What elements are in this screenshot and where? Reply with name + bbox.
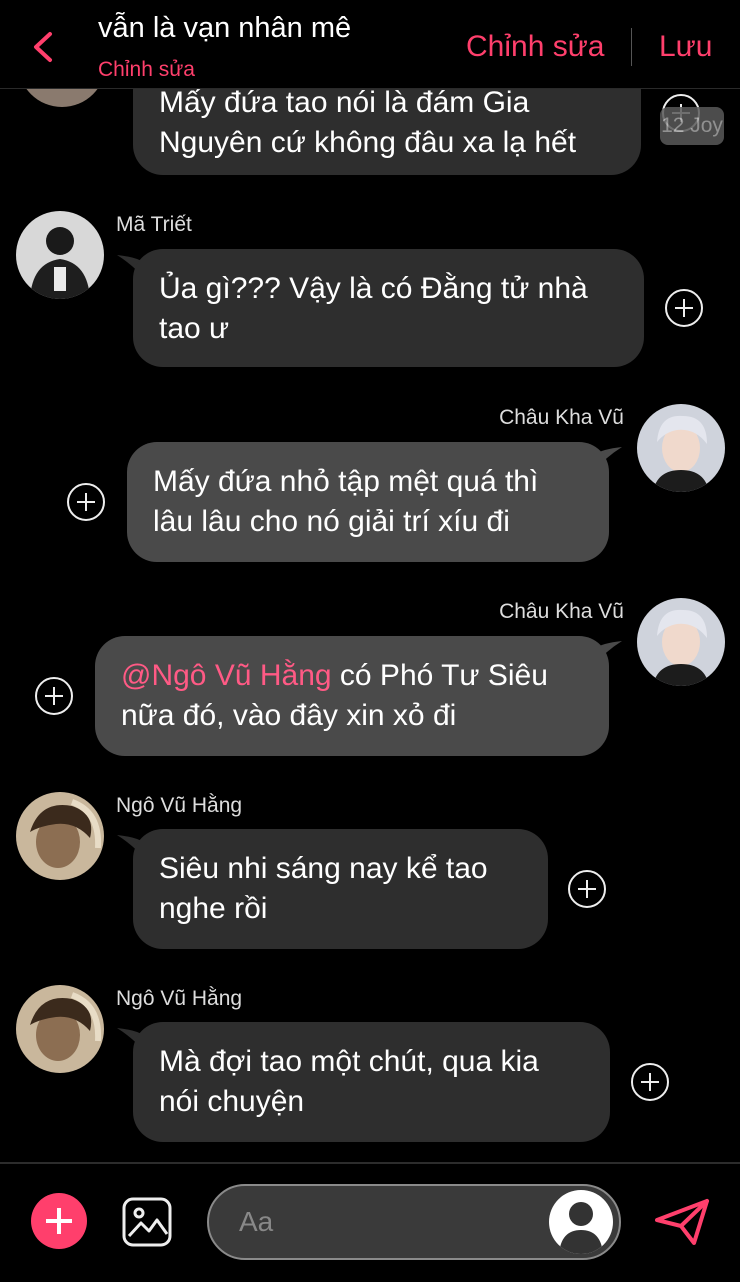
chat-header: vẫn là vạn nhân mê Chỉnh sửa Chỉnh sửa L… — [0, 0, 740, 89]
message-text-line: nghe rồi — [159, 892, 268, 925]
message-text-line: Ủa gì??? Vậy là có Đằng tử nhà — [159, 272, 588, 305]
time-badge: 12 Joy — [660, 107, 724, 145]
chat-subtitle: Chỉnh sửa — [98, 58, 195, 81]
message-text-line: lâu lâu cho nó giải trí xíu đi — [153, 505, 510, 538]
add-reaction-icon[interactable] — [665, 289, 703, 327]
sender-name: Ngô Vũ Hằng — [116, 794, 243, 817]
message-input[interactable]: Aa — [207, 1184, 621, 1260]
message-text-line: nữa đó, vào đây xin xỏ đi — [121, 699, 457, 732]
sender-name: Ngô Vũ Hằng — [116, 987, 243, 1010]
add-reaction-icon[interactable] — [631, 1063, 669, 1101]
avatar[interactable] — [16, 792, 104, 880]
edit-button[interactable]: Chỉnh sửa — [466, 30, 605, 64]
silver-hair-avatar-icon — [637, 598, 725, 686]
image-icon[interactable] — [121, 1196, 173, 1248]
chat-title: vẫn là vạn nhân mê — [98, 12, 352, 44]
sender-name: Mã Triết — [116, 213, 192, 236]
message-text-line: Mà đợi tao một chút, qua kia — [159, 1045, 539, 1078]
sender-name: Châu Kha Vũ — [499, 406, 624, 429]
sticker-avatar-icon[interactable] — [549, 1190, 613, 1254]
send-icon[interactable] — [654, 1198, 710, 1246]
message-bubble[interactable]: Ủa gì??? Vậy là có Đằng tử nhà tao ư — [133, 249, 644, 367]
message-text-line: tao ư — [159, 312, 230, 345]
input-placeholder: Aa — [239, 1206, 274, 1237]
back-chevron-icon[interactable] — [26, 28, 60, 66]
message-bubble[interactable]: Siêu nhi sáng nay kể tao nghe rồi — [133, 829, 548, 949]
message-text-line: nói chuyện — [159, 1085, 305, 1118]
sepia-portrait-avatar-icon — [16, 792, 104, 880]
sepia-portrait-avatar-icon — [16, 985, 104, 1073]
add-reaction-icon[interactable] — [67, 483, 105, 521]
add-reaction-icon[interactable] — [35, 677, 73, 715]
plus-icon[interactable] — [31, 1193, 87, 1249]
message-bubble[interactable]: Mấy đứa nhỏ tập mệt quá thì lâu lâu cho … — [127, 442, 609, 562]
message-text-line: @Ngô Vũ Hằng có Phó Tư Siêu — [121, 656, 583, 696]
person-silhouette-icon — [559, 1202, 603, 1254]
message-list[interactable]: Mấy đứa tao nói là đám Gia Nguyên cứ khô… — [0, 89, 740, 1162]
avatar[interactable] — [637, 404, 725, 492]
save-button[interactable]: Lưu — [659, 30, 712, 64]
add-reaction-icon[interactable] — [568, 870, 606, 908]
partial-avatar[interactable] — [18, 89, 106, 107]
message-text-line: Siêu nhi sáng nay kể tao — [159, 852, 488, 885]
message-bubble[interactable]: @Ngô Vũ Hằng có Phó Tư Siêu nữa đó, vào … — [95, 636, 609, 756]
person-dark-outfit-avatar-icon — [16, 211, 104, 299]
message-bubble[interactable]: Mà đợi tao một chút, qua kia nói chuyện — [133, 1022, 610, 1142]
mention-link[interactable]: @Ngô Vũ Hằng — [121, 659, 332, 692]
sender-name: Châu Kha Vũ — [499, 600, 624, 623]
message-text: có Phó Tư Siêu — [331, 659, 548, 692]
message-text-line: Mấy đứa nhỏ tập mệt quá thì — [153, 465, 539, 498]
composer-bar: Aa — [0, 1162, 740, 1282]
message-text-line: Nguyên cứ không đâu xa lạ hết — [159, 126, 577, 159]
avatar[interactable] — [637, 598, 725, 686]
header-divider — [631, 28, 632, 66]
silver-hair-avatar-icon — [637, 404, 725, 492]
avatar[interactable] — [16, 211, 104, 299]
avatar[interactable] — [16, 985, 104, 1073]
message-text-line: Mấy đứa tao nói là đám Gia — [159, 89, 530, 119]
message-bubble[interactable]: Mấy đứa tao nói là đám Gia Nguyên cứ khô… — [133, 89, 641, 175]
